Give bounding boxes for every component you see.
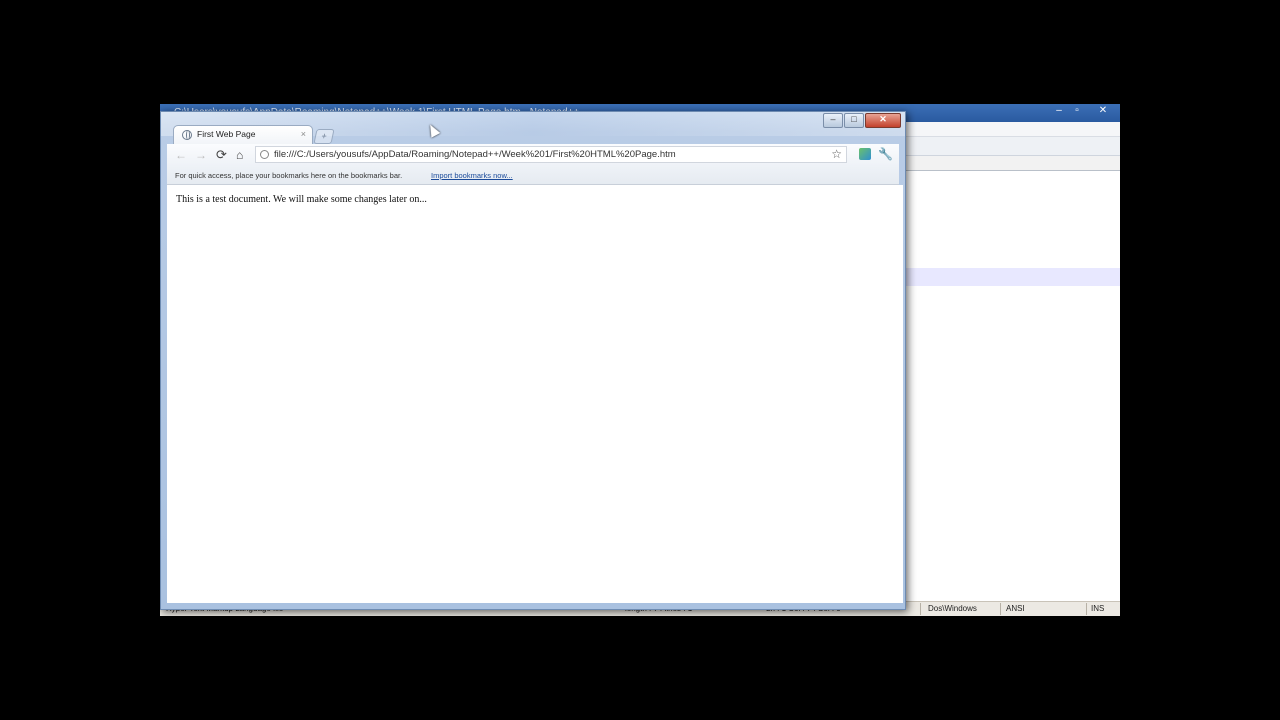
notepad-close-button[interactable]: ✕ [1094, 104, 1112, 118]
tab-title: First Web Page [197, 129, 256, 139]
page-content: This is a test document. We will make so… [167, 185, 903, 603]
reload-icon[interactable]: ⟳ [216, 148, 227, 162]
window-controls: – □ ✕ [823, 113, 901, 128]
minimize-button[interactable]: – [823, 113, 843, 128]
forward-icon[interactable]: → [195, 148, 207, 162]
notepad-minimize-button[interactable]: – [1050, 104, 1068, 118]
extension-icon[interactable] [859, 148, 871, 160]
bookmarks-bar-hint: For quick access, place your bookmarks h… [175, 171, 403, 180]
bookmark-star-icon[interactable]: ☆ [831, 147, 842, 161]
back-icon[interactable]: ← [175, 148, 187, 162]
home-icon[interactable]: ⌂ [236, 148, 243, 162]
status-mode: INS [1091, 604, 1105, 613]
status-separator [1086, 603, 1087, 615]
browser-window: – □ ✕ First Web Page × + ← → ⟳ ⌂ file://… [160, 111, 906, 610]
address-bar[interactable]: file:///C:/Users/yousufs/AppData/Roaming… [255, 146, 847, 163]
wrench-icon[interactable]: 🔧 [878, 147, 893, 161]
notepad-editor[interactable] [905, 171, 1120, 602]
bookmarks-bar: For quick access, place your bookmarks h… [167, 166, 899, 185]
url-text[interactable]: file:///C:/Users/yousufs/AppData/Roaming… [274, 149, 676, 160]
browser-toolbar: ← → ⟳ ⌂ file:///C:/Users/yousufs/AppData… [167, 144, 899, 166]
status-eol: Dos\Windows [928, 604, 977, 613]
globe-icon [182, 130, 192, 140]
notepad-maximize-button[interactable]: ▫ [1068, 104, 1086, 118]
new-tab-button[interactable]: + [313, 129, 335, 144]
status-separator [1000, 603, 1001, 615]
status-separator [920, 603, 921, 615]
import-bookmarks-link[interactable]: Import bookmarks now... [431, 171, 513, 180]
close-button[interactable]: ✕ [865, 113, 901, 128]
page-info-icon[interactable] [260, 150, 269, 159]
page-paragraph: This is a test document. We will make so… [176, 194, 427, 205]
tab-first-web-page[interactable]: First Web Page × [173, 125, 313, 145]
notepad-current-line [905, 268, 1120, 286]
maximize-button[interactable]: □ [844, 113, 864, 128]
close-tab-icon[interactable]: × [301, 129, 306, 139]
status-encoding: ANSI [1006, 604, 1025, 613]
